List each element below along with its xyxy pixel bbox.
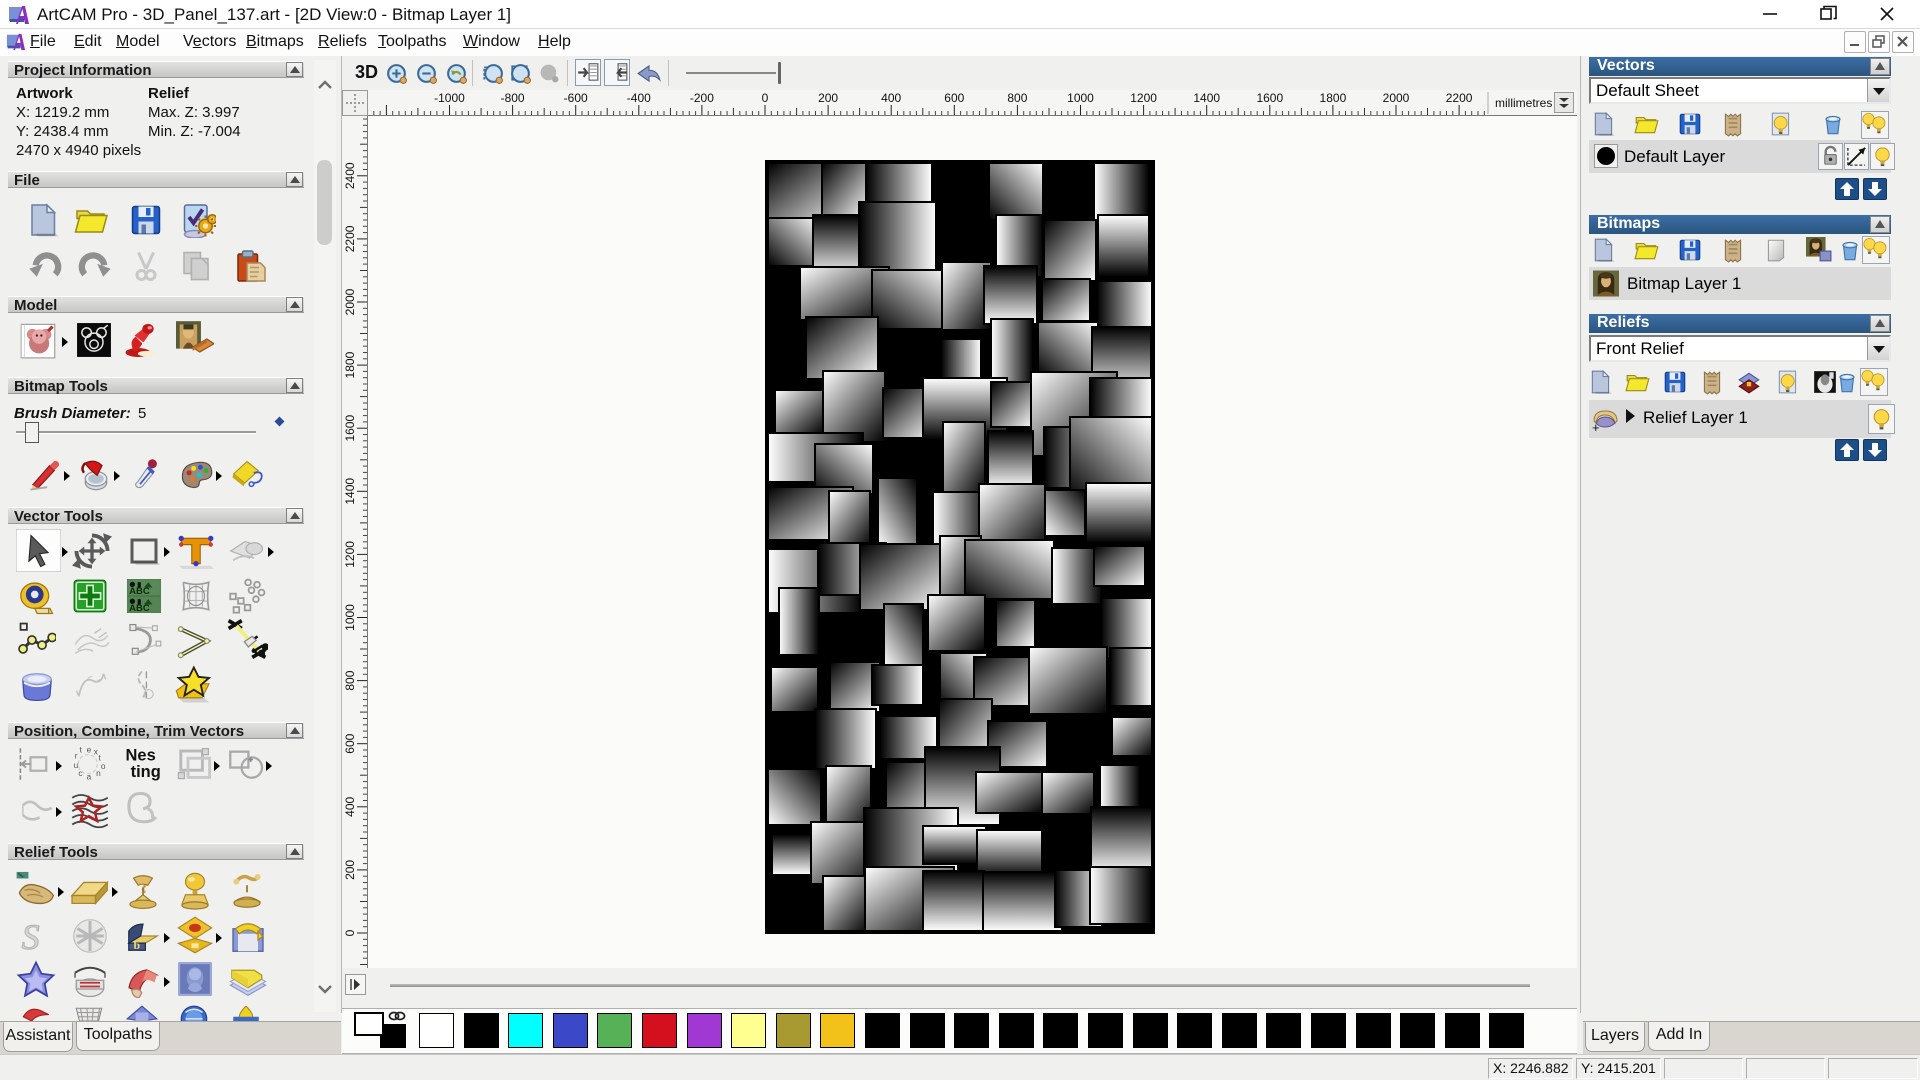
svg-text:c: c — [78, 768, 82, 778]
svg-text:-400: -400 — [627, 91, 651, 105]
svg-text:600: 600 — [343, 733, 357, 753]
svg-text:200: 200 — [818, 91, 838, 105]
svg-text:n: n — [96, 768, 101, 778]
svg-text:u: u — [74, 760, 79, 770]
svg-text:2200: 2200 — [343, 225, 357, 252]
svg-text:r: r — [75, 750, 78, 760]
svg-text:o: o — [101, 761, 106, 771]
svg-text:-800: -800 — [501, 91, 525, 105]
svg-text:-1000: -1000 — [434, 91, 465, 105]
svg-text:2200: 2200 — [1446, 91, 1473, 105]
svg-text:1800: 1800 — [343, 351, 357, 378]
svg-text:1000: 1000 — [1067, 91, 1094, 105]
svg-text:1200: 1200 — [343, 541, 357, 568]
svg-text:1200: 1200 — [1130, 91, 1157, 105]
svg-text:1600: 1600 — [343, 415, 357, 442]
svg-text:millimetres: millimetres — [1495, 96, 1552, 110]
svg-text:2400: 2400 — [343, 162, 357, 189]
svg-text:t: t — [80, 744, 83, 754]
svg-text:0: 0 — [343, 929, 357, 936]
svg-text:2000: 2000 — [343, 288, 357, 315]
svg-text:600: 600 — [944, 91, 964, 105]
svg-text:400: 400 — [881, 91, 901, 105]
svg-text:ABC: ABC — [129, 586, 150, 597]
svg-text:1400: 1400 — [1193, 91, 1220, 105]
svg-text:800: 800 — [1007, 91, 1027, 105]
svg-text:ABC: ABC — [129, 603, 150, 614]
svg-text:e: e — [87, 744, 92, 754]
svg-text:0: 0 — [762, 91, 769, 105]
svg-text:-200: -200 — [690, 91, 714, 105]
svg-text:+: + — [1592, 420, 1600, 433]
svg-text:-600: -600 — [564, 91, 588, 105]
svg-text:1600: 1600 — [1256, 91, 1283, 105]
svg-text:b: b — [134, 938, 141, 952]
svg-text:400: 400 — [343, 796, 357, 816]
svg-text:200: 200 — [343, 860, 357, 880]
svg-text:1800: 1800 — [1320, 91, 1347, 105]
svg-text:1400: 1400 — [343, 478, 357, 505]
svg-text:1000: 1000 — [343, 604, 357, 631]
svg-text:2000: 2000 — [1383, 91, 1410, 105]
svg-text:Nes: Nes — [126, 746, 156, 764]
svg-text:ting: ting — [131, 763, 161, 781]
svg-text:800: 800 — [343, 670, 357, 690]
svg-text:S: S — [22, 917, 40, 956]
